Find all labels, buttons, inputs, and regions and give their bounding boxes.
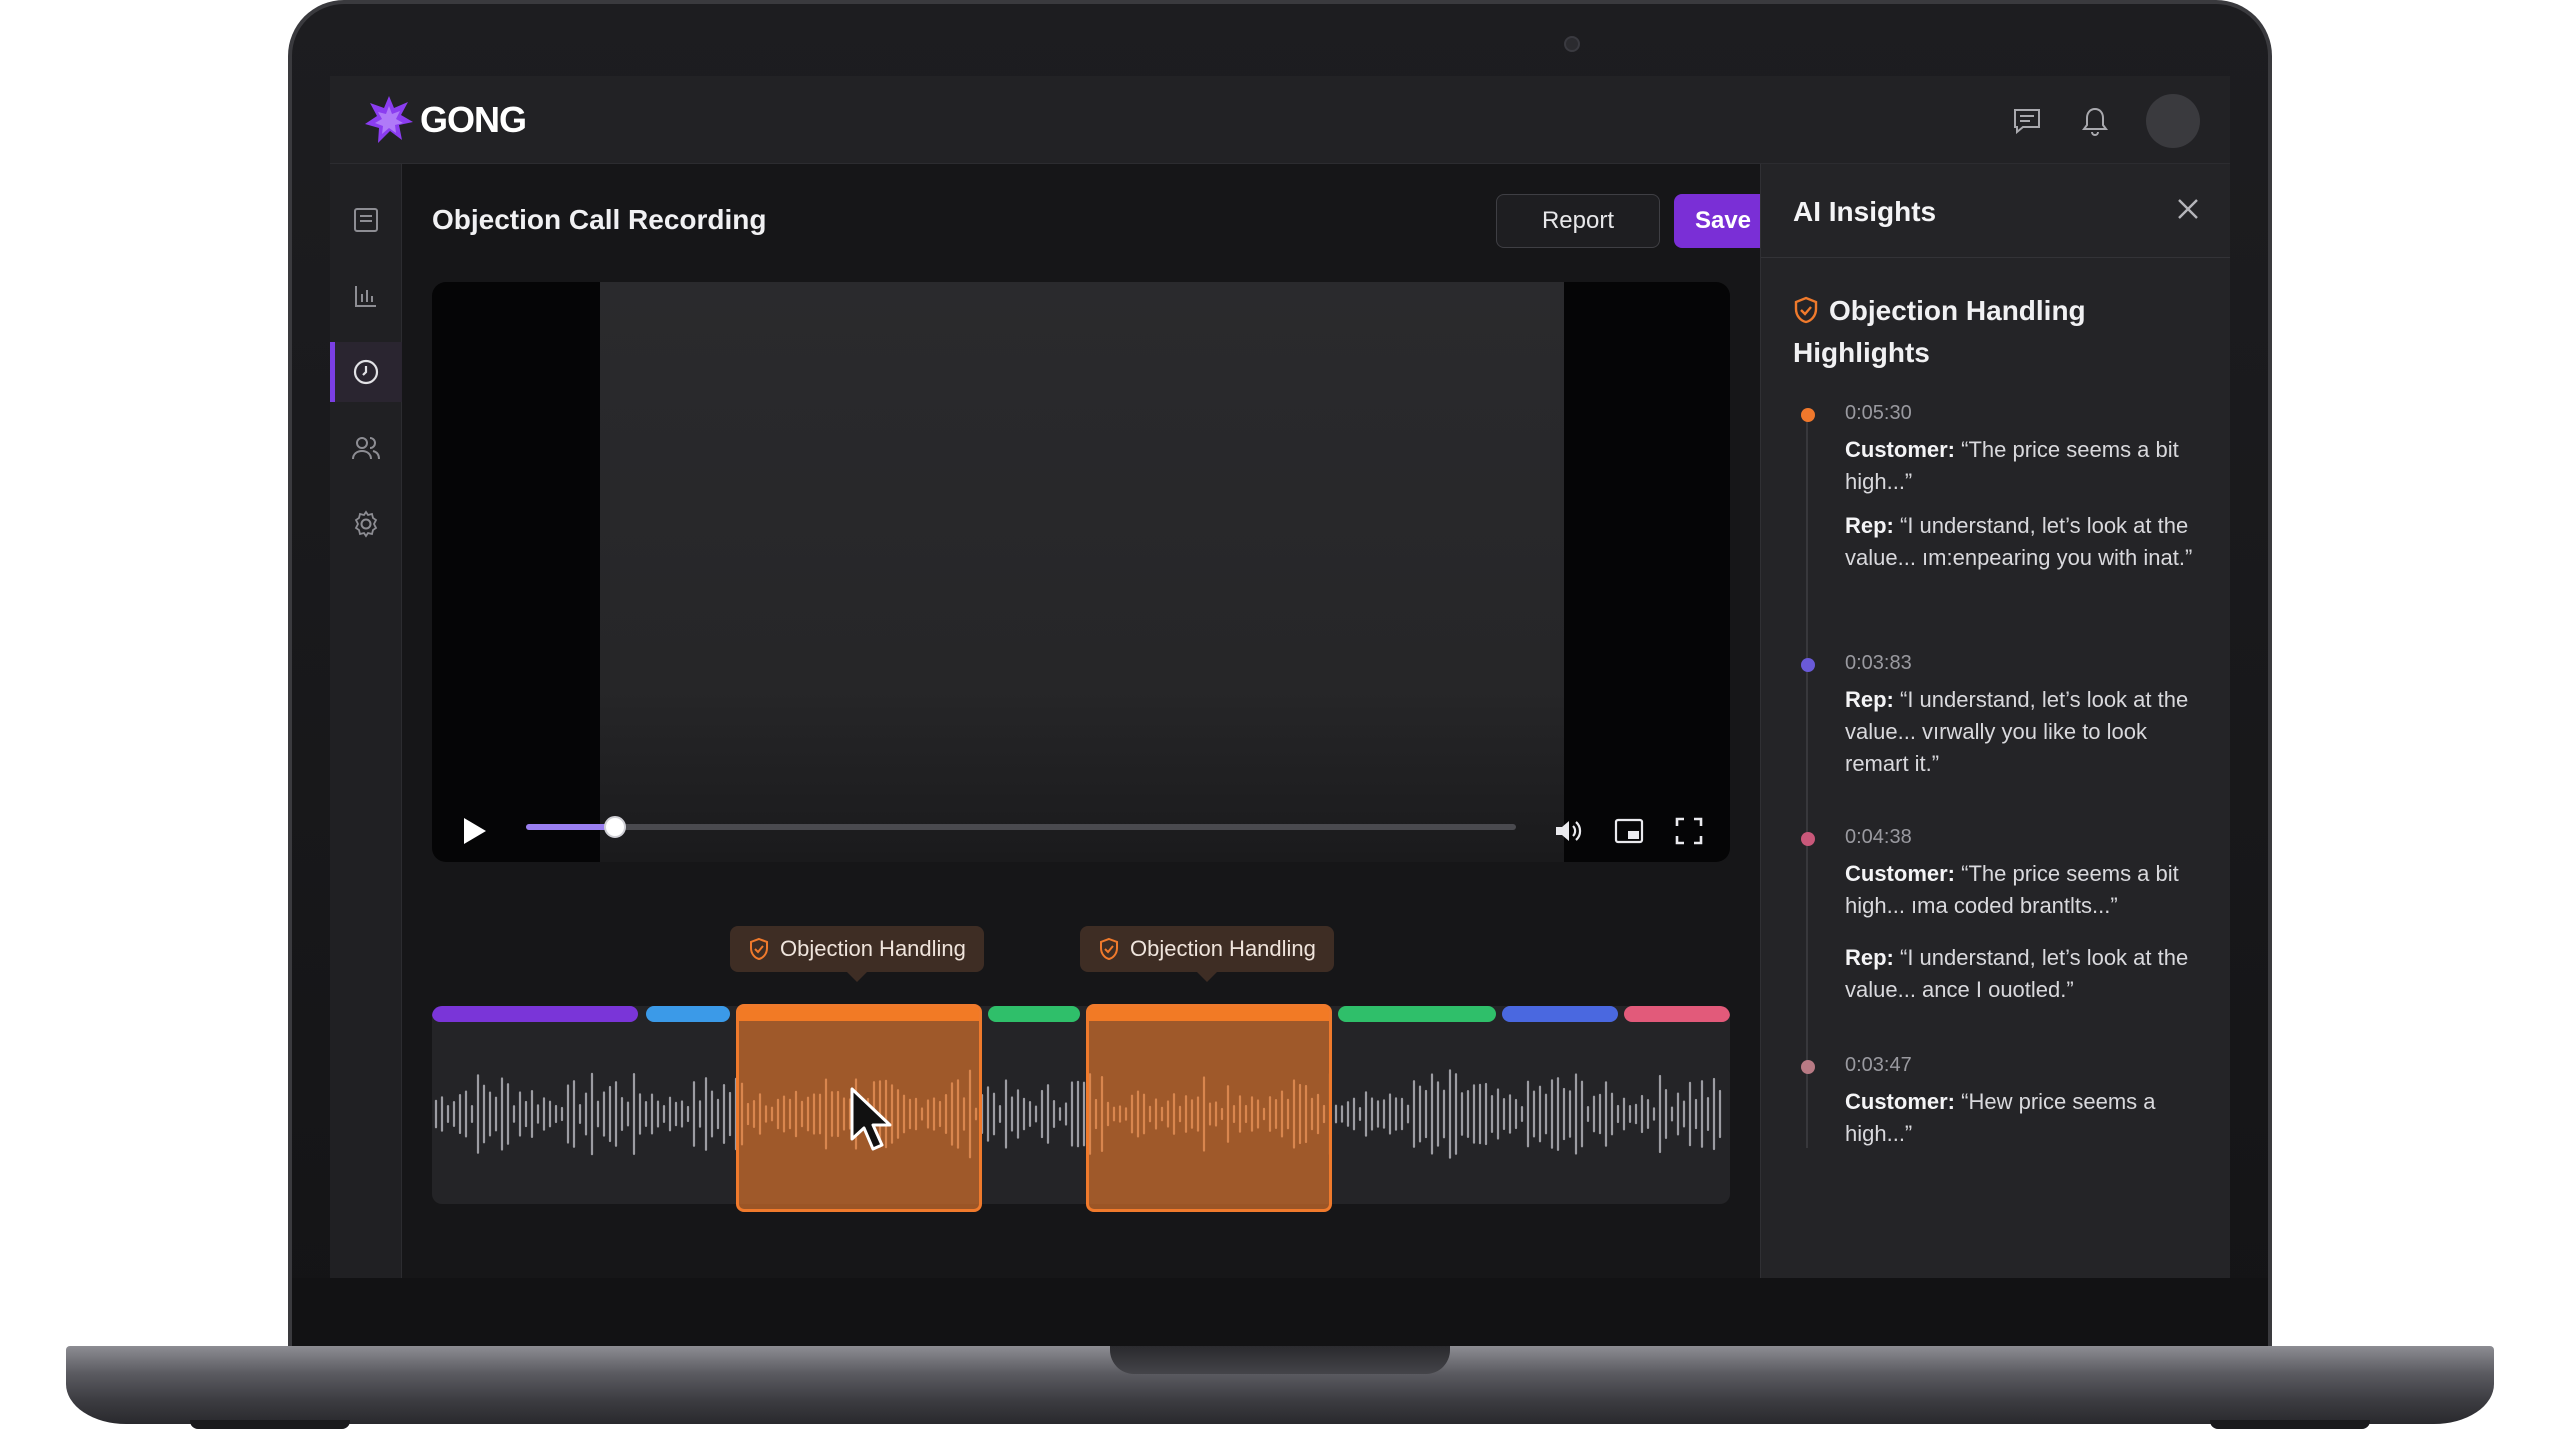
save-button[interactable]: Save <box>1674 194 1772 248</box>
document-icon <box>354 208 378 232</box>
entry-timestamp: 0:04:38 <box>1845 826 1912 848</box>
avatar[interactable] <box>2146 94 2200 148</box>
app-screen: GONG Objection Call Recording Report Sav… <box>330 76 2230 1278</box>
tag-label: Objection Handling <box>780 936 966 961</box>
video-player[interactable] <box>432 282 1730 862</box>
progress-fill <box>526 824 616 830</box>
insights-section-title: Objection Handling Highlights <box>1793 290 2203 374</box>
picture-in-picture-icon[interactable] <box>1612 814 1646 848</box>
logo-text: GONG <box>420 99 527 140</box>
highlight-bar <box>739 1007 979 1021</box>
nav-documents[interactable] <box>330 190 402 250</box>
bell-icon[interactable] <box>2078 104 2112 138</box>
section-title-text: Objection Handling Highlights <box>1793 295 2086 368</box>
objection-tag[interactable]: Objection Handling <box>1080 926 1334 982</box>
fullscreen-icon[interactable] <box>1672 814 1706 848</box>
insights-header: AI Insights <box>1761 164 2230 258</box>
laptop-foot <box>190 1420 350 1429</box>
report-button[interactable]: Report <box>1496 194 1660 248</box>
gear-icon <box>354 510 378 538</box>
speaker-segment[interactable] <box>1502 1006 1618 1022</box>
mouse-cursor-icon <box>850 1087 892 1151</box>
waveform-track[interactable] <box>432 1006 1730 1204</box>
side-nav <box>330 164 402 1278</box>
camera-icon <box>1564 36 1580 52</box>
nav-team[interactable] <box>330 418 402 478</box>
entry-dot <box>1801 408 1815 422</box>
logo[interactable]: GONG <box>364 94 527 146</box>
progress-bar[interactable] <box>526 816 1516 838</box>
insights-title: AI Insights <box>1793 196 1937 227</box>
page-title: Objection Call Recording <box>432 204 767 235</box>
call-timeline[interactable]: Objection Handling Objection Handling <box>432 914 1730 1212</box>
shield-icon <box>1794 296 1818 324</box>
objection-highlight[interactable] <box>1086 1004 1332 1212</box>
close-icon[interactable] <box>2173 194 2203 224</box>
entry-quote: Customer: “The price seems a bit high...… <box>1845 437 2179 494</box>
laptop-notch <box>1110 1346 1450 1374</box>
insights-timeline-line <box>1806 418 1808 1148</box>
entry-quote: Rep: “I understand, let’s look at the va… <box>1845 687 2189 776</box>
entry-timestamp: 0:03:83 <box>1845 652 1912 674</box>
entry-quote: Customer: “The price seems a bit high...… <box>1845 861 2179 918</box>
shield-icon <box>1100 937 1118 961</box>
entry-dot <box>1801 832 1815 846</box>
entry-dot <box>1801 658 1815 672</box>
top-bar: GONG <box>330 76 2230 164</box>
chat-icon[interactable] <box>2010 104 2044 138</box>
ai-insights-panel: AI Insights Objection Handling Highlight… <box>1760 164 2230 1278</box>
progress-thumb[interactable] <box>604 816 627 838</box>
speaker-segment[interactable] <box>988 1006 1080 1022</box>
laptop-bezel <box>292 1278 2268 1352</box>
play-icon[interactable] <box>462 816 488 846</box>
nav-analytics[interactable] <box>330 266 402 326</box>
entry-quote: Rep: “I understand, let’s look at the va… <box>1845 945 2189 1002</box>
speaker-segment[interactable] <box>1338 1006 1496 1022</box>
clock-icon <box>353 359 379 385</box>
volume-icon[interactable] <box>1552 814 1586 848</box>
entry-dot <box>1801 1060 1815 1074</box>
entry-timestamp: 0:03:47 <box>1845 1054 1912 1076</box>
speaker-segment[interactable] <box>1624 1006 1730 1022</box>
entry-quote: Customer: “Hew price seems a high...” <box>1845 1089 2156 1146</box>
highlight-bar <box>1089 1007 1329 1021</box>
entry-timestamp: 0:05:30 <box>1845 402 1912 424</box>
shield-icon <box>750 937 768 961</box>
speaker-segment[interactable] <box>432 1006 638 1022</box>
video-frame <box>600 282 1564 862</box>
nav-calls[interactable] <box>330 342 402 402</box>
users-icon <box>352 437 380 460</box>
entry-quote: Rep: “I understand, let’s look at the va… <box>1845 513 2193 570</box>
laptop-foot <box>2210 1420 2370 1429</box>
tag-label: Objection Handling <box>1130 936 1316 961</box>
main-content: Objection Call Recording Report Save Obj… <box>402 164 1772 1278</box>
gong-logo-icon <box>365 96 413 143</box>
speaker-segment[interactable] <box>646 1006 730 1022</box>
chart-icon <box>355 286 376 307</box>
objection-tag[interactable]: Objection Handling <box>730 926 984 982</box>
audio-waveform <box>434 1069 1722 1159</box>
nav-settings[interactable] <box>330 494 402 554</box>
